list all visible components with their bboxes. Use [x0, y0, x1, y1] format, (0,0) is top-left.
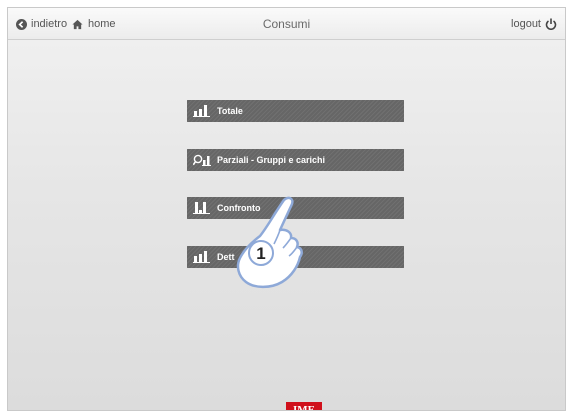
pointing-hand-icon: 1 [236, 196, 303, 289]
page-title: Consumi [262, 17, 311, 31]
power-icon [545, 18, 557, 30]
magnify-chart-icon [193, 154, 211, 166]
step-number: 1 [256, 244, 265, 263]
ime-logo: IME [286, 402, 322, 410]
bar-chart-icon [193, 105, 210, 117]
menu-item-label: Totale [217, 106, 243, 116]
logout-button[interactable]: logout [511, 8, 557, 40]
menu-item-label: Parziali - Gruppi e carichi [217, 155, 326, 165]
menu-item-parziali[interactable]: Parziali - Gruppi e carichi [187, 149, 404, 171]
menu-item-totale[interactable]: Totale [187, 100, 404, 122]
compare-chart-icon [193, 202, 210, 214]
logout-label: logout [511, 18, 541, 30]
top-bar: indietro home Consumi logout [8, 8, 565, 40]
bar-chart-icon [193, 251, 210, 263]
